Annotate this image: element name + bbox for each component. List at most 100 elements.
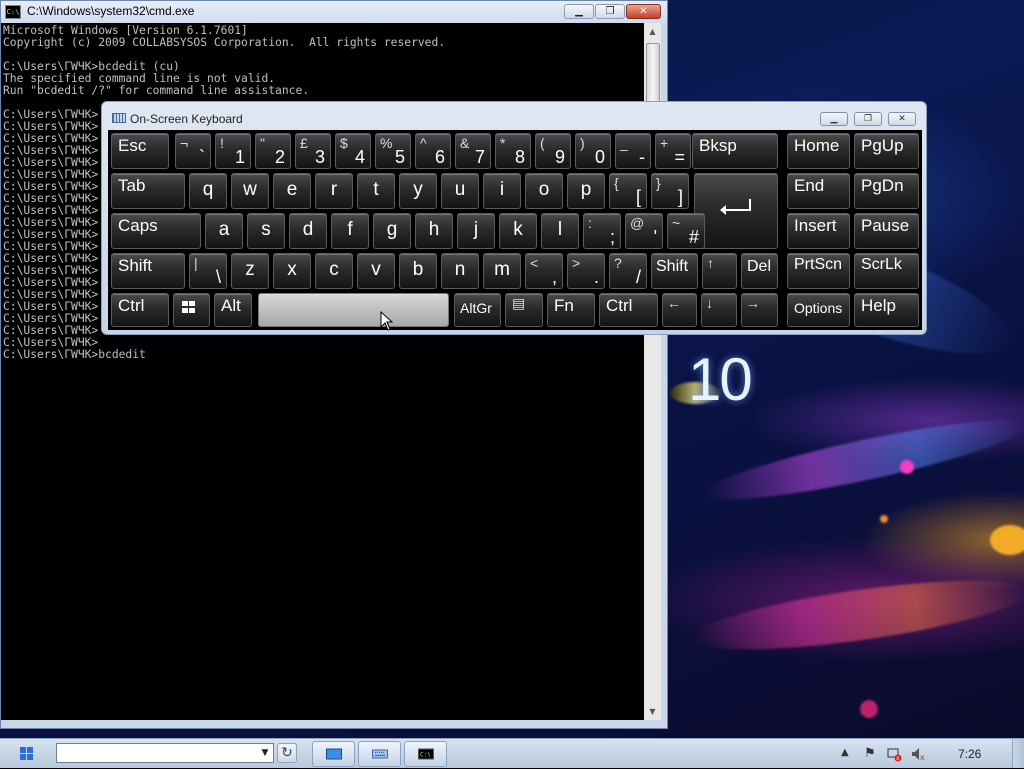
- key-backslash[interactable]: | \: [189, 253, 227, 289]
- key-space[interactable]: [258, 293, 449, 327]
- key-windows[interactable]: [173, 293, 210, 327]
- key-t[interactable]: t: [357, 173, 395, 209]
- key-num-0[interactable]: ¬ `: [175, 133, 211, 169]
- key-num-12[interactable]: + =: [655, 133, 691, 169]
- key-n[interactable]: n: [441, 253, 479, 289]
- key-home[interactable]: Home: [787, 133, 850, 169]
- key-b[interactable]: b: [399, 253, 437, 289]
- scrollbar-thumb[interactable]: [646, 43, 660, 105]
- key-shift-left[interactable]: Shift: [111, 253, 185, 289]
- key-q[interactable]: q: [189, 173, 227, 209]
- key-backspace[interactable]: Bksp: [692, 133, 778, 169]
- taskbar-clock[interactable]: 7:26: [958, 747, 981, 761]
- key-pgup[interactable]: PgUp: [854, 133, 919, 169]
- key-menu[interactable]: ▤: [505, 293, 543, 327]
- key-help[interactable]: Help: [854, 293, 919, 327]
- cmd-minimize-button[interactable]: ▁: [564, 4, 594, 19]
- key-del[interactable]: Del: [741, 253, 778, 289]
- key-k[interactable]: k: [499, 213, 537, 249]
- key-e[interactable]: e: [273, 173, 311, 209]
- key-w[interactable]: w: [231, 173, 269, 209]
- show-desktop-button[interactable]: [1012, 739, 1024, 768]
- key-a-sym-1[interactable]: @ ': [625, 213, 663, 249]
- key-x[interactable]: x: [273, 253, 311, 289]
- key-q-sym-1[interactable]: }]: [651, 173, 689, 209]
- key-h[interactable]: h: [415, 213, 453, 249]
- action-center-flag-icon[interactable]: ⚑: [862, 746, 878, 762]
- start-button[interactable]: [14, 743, 40, 765]
- key-c[interactable]: c: [315, 253, 353, 289]
- key-u[interactable]: u: [441, 173, 479, 209]
- osk-minimize-button[interactable]: ▁: [820, 112, 848, 126]
- key-z[interactable]: z: [231, 253, 269, 289]
- key-num-8[interactable]: * 8: [495, 133, 531, 169]
- key-s[interactable]: s: [247, 213, 285, 249]
- key-num-1[interactable]: ! 1: [215, 133, 251, 169]
- key-z-sym-1[interactable]: >.: [567, 253, 605, 289]
- key-esc[interactable]: Esc: [111, 133, 169, 169]
- scroll-down-icon[interactable]: ▼: [644, 703, 661, 720]
- key-a[interactable]: a: [205, 213, 243, 249]
- key-enter[interactable]: [694, 173, 778, 249]
- key-d[interactable]: d: [289, 213, 327, 249]
- key-prtscn[interactable]: PrtScn: [787, 253, 850, 289]
- on-screen-keyboard-window[interactable]: On-Screen Keyboard ▁ ❐ ✕ Esc Bksp Home P…: [101, 101, 927, 335]
- key-fn[interactable]: Fn: [547, 293, 595, 327]
- key-arrow-down[interactable]: ↓: [701, 293, 737, 327]
- tray-expand-icon[interactable]: ▲: [841, 747, 849, 758]
- key-a-sym-2[interactable]: ~ #: [667, 213, 705, 249]
- key-num-7[interactable]: & 7: [455, 133, 491, 169]
- key-v[interactable]: v: [357, 253, 395, 289]
- key-arrow-up[interactable]: ↑: [702, 253, 737, 289]
- cmd-close-button[interactable]: ✕: [626, 4, 661, 19]
- key-f[interactable]: f: [331, 213, 369, 249]
- key-num-4[interactable]: $4: [335, 133, 371, 169]
- key-o[interactable]: o: [525, 173, 563, 209]
- cmd-maximize-button[interactable]: ❐: [595, 4, 625, 19]
- key-tab[interactable]: Tab: [111, 173, 185, 209]
- osk-close-button[interactable]: ✕: [888, 112, 916, 126]
- key-g[interactable]: g: [373, 213, 411, 249]
- key-num-9[interactable]: (9: [535, 133, 571, 169]
- key-r[interactable]: r: [315, 173, 353, 209]
- key-i[interactable]: i: [483, 173, 521, 209]
- key-pgdn[interactable]: PgDn: [854, 173, 919, 209]
- key-num-3[interactable]: £3: [295, 133, 331, 169]
- key-insert[interactable]: Insert: [787, 213, 850, 249]
- key-num-5[interactable]: % 5: [375, 133, 411, 169]
- volume-muted-icon[interactable]: x: [910, 746, 926, 762]
- refresh-icon[interactable]: ↻: [277, 743, 297, 763]
- key-arrow-left[interactable]: ←: [662, 293, 697, 327]
- network-icon[interactable]: x: [886, 746, 902, 762]
- key-j[interactable]: j: [457, 213, 495, 249]
- key-l[interactable]: l: [541, 213, 579, 249]
- key-alt[interactable]: Alt: [214, 293, 252, 327]
- chevron-down-icon[interactable]: ▼: [258, 744, 272, 762]
- key-num-6[interactable]: ^ 6: [415, 133, 451, 169]
- key-pause[interactable]: Pause: [854, 213, 919, 249]
- key-num-10[interactable]: ) 0: [575, 133, 611, 169]
- taskbar-app-on-screen-keyboard[interactable]: [358, 741, 401, 767]
- taskbar-app-explorer[interactable]: [312, 741, 355, 767]
- osk-title-bar[interactable]: On-Screen Keyboard ▁ ❐ ✕: [102, 102, 926, 128]
- key-shift-right[interactable]: Shift: [651, 253, 698, 289]
- key-z-sym-2[interactable]: ? /: [609, 253, 647, 289]
- key-end[interactable]: End: [787, 173, 850, 209]
- scroll-up-icon[interactable]: ▲: [644, 23, 661, 40]
- key-z-sym-0[interactable]: <,: [525, 253, 563, 289]
- key-y[interactable]: y: [399, 173, 437, 209]
- key-num-11[interactable]: _ -: [615, 133, 651, 169]
- key-p[interactable]: p: [567, 173, 605, 209]
- key-caps[interactable]: Caps: [111, 213, 201, 249]
- taskbar-app-cmd[interactable]: C:\: [404, 741, 447, 767]
- cmd-title-bar[interactable]: C:\ C:\Windows\system32\cmd.exe ▁ ❐ ✕: [1, 1, 667, 23]
- key-m[interactable]: m: [483, 253, 521, 289]
- key-q-sym-0[interactable]: {[: [609, 173, 647, 209]
- taskbar-address-input[interactable]: [56, 743, 274, 763]
- key-num-2[interactable]: " 2: [255, 133, 291, 169]
- key-arrow-right[interactable]: →: [741, 293, 778, 327]
- osk-maximize-button[interactable]: ❐: [854, 112, 882, 126]
- key-ctrl-right[interactable]: Ctrl: [599, 293, 658, 327]
- key-ctrl-left[interactable]: Ctrl: [111, 293, 169, 327]
- key-altgr[interactable]: AltGr: [454, 293, 501, 327]
